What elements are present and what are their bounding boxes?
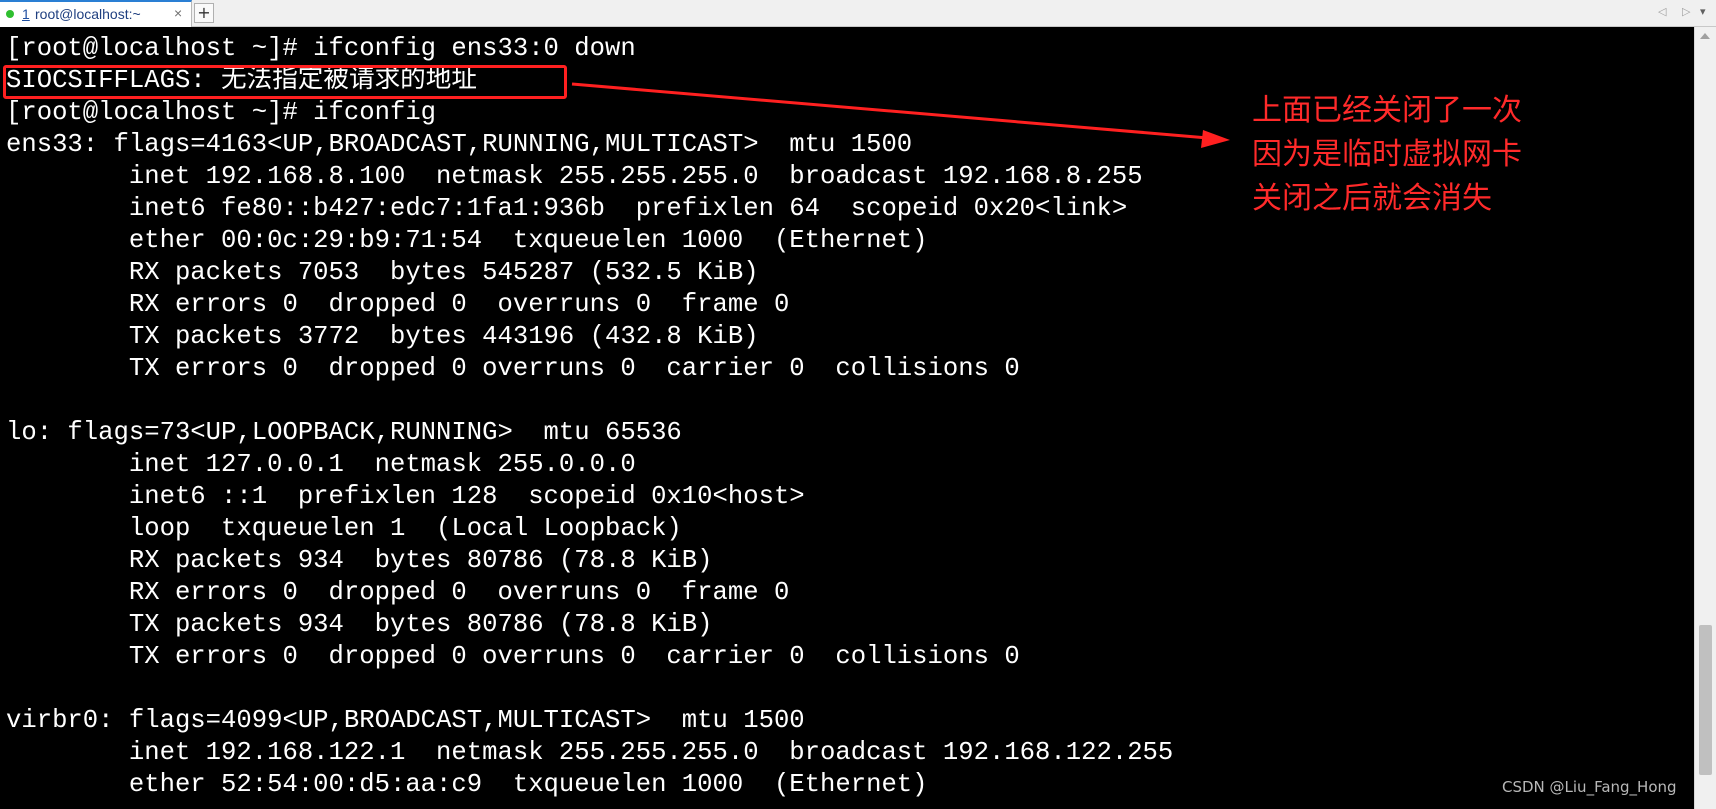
terminal-line: [root@localhost ~]# ifconfig ens33:0 dow… [6, 34, 636, 63]
tab-session-1[interactable]: 1 root@localhost:~ × [0, 0, 192, 27]
terminal-line: inet6 ::1 prefixlen 128 scopeid 0x10<hos… [6, 482, 805, 511]
terminal-line: loop txqueuelen 1 (Local Loopback) [6, 514, 682, 543]
tab-menu-icon[interactable]: ▾ [1700, 5, 1706, 18]
tab-bar: 1 root@localhost:~ × + ◁ ▷ ▾ [0, 0, 1716, 27]
tab-index: 1 [22, 6, 30, 22]
annotation-line: 上面已经关闭了一次 [1252, 93, 1522, 128]
watermark: CSDN @Liu_Fang_Hong [1502, 778, 1677, 796]
error-highlight-box [3, 65, 567, 99]
terminal-line: inet 192.168.122.1 netmask 255.255.255.0… [6, 738, 1174, 767]
terminal-app-window: 1 root@localhost:~ × + ◁ ▷ ▾ [root@local… [0, 0, 1716, 809]
terminal-line: inet 192.168.8.100 netmask 255.255.255.0… [6, 162, 1143, 191]
terminal-line: inet6 fe80::b427:edc7:1fa1:936b prefixle… [6, 194, 1128, 223]
terminal-line: ether 52:54:00:d5:aa:c9 txqueuelen 1000 … [6, 770, 928, 799]
terminal-line: ens33: flags=4163<UP,BROADCAST,RUNNING,M… [6, 130, 913, 159]
terminal-line: lo: flags=73<UP,LOOPBACK,RUNNING> mtu 65… [6, 418, 682, 447]
terminal-line: ether 00:0c:29:b9:71:54 txqueuelen 1000 … [6, 226, 928, 255]
new-tab-button[interactable]: + [194, 3, 214, 23]
scroll-up-icon[interactable] [1700, 33, 1710, 39]
tab-close-icon[interactable]: × [174, 5, 182, 21]
vertical-scrollbar[interactable] [1694, 27, 1716, 809]
tab-scroll-left-icon[interactable]: ◁ [1658, 5, 1666, 18]
terminal-line: RX errors 0 dropped 0 overruns 0 frame 0 [6, 290, 790, 319]
scrollbar-thumb[interactable] [1699, 625, 1712, 775]
tab-scroll-right-icon[interactable]: ▷ [1682, 5, 1690, 18]
annotation-line: 因为是临时虚拟网卡 [1252, 137, 1522, 172]
terminal-line: RX packets 7053 bytes 545287 (532.5 KiB) [6, 258, 759, 287]
terminal-line: [root@localhost ~]# ifconfig [6, 98, 437, 127]
terminal-line: TX packets 934 bytes 80786 (78.8 KiB) [6, 610, 713, 639]
terminal-line: TX errors 0 dropped 0 overruns 0 carrier… [6, 642, 1020, 671]
tab-title: root@localhost:~ [35, 6, 141, 22]
connection-status-icon [6, 10, 14, 18]
terminal-line: RX errors 0 dropped 0 overruns 0 frame 0 [6, 578, 790, 607]
terminal-line: RX packets 934 bytes 80786 (78.8 KiB) [6, 546, 713, 575]
terminal-line: TX packets 3772 bytes 443196 (432.8 KiB) [6, 322, 759, 351]
terminal-line: TX errors 0 dropped 0 overruns 0 carrier… [6, 354, 1020, 383]
terminal-line: inet 127.0.0.1 netmask 255.0.0.0 [6, 450, 636, 479]
annotation-line: 关闭之后就会消失 [1252, 181, 1492, 216]
terminal-line: virbr0: flags=4099<UP,BROADCAST,MULTICAS… [6, 706, 805, 735]
